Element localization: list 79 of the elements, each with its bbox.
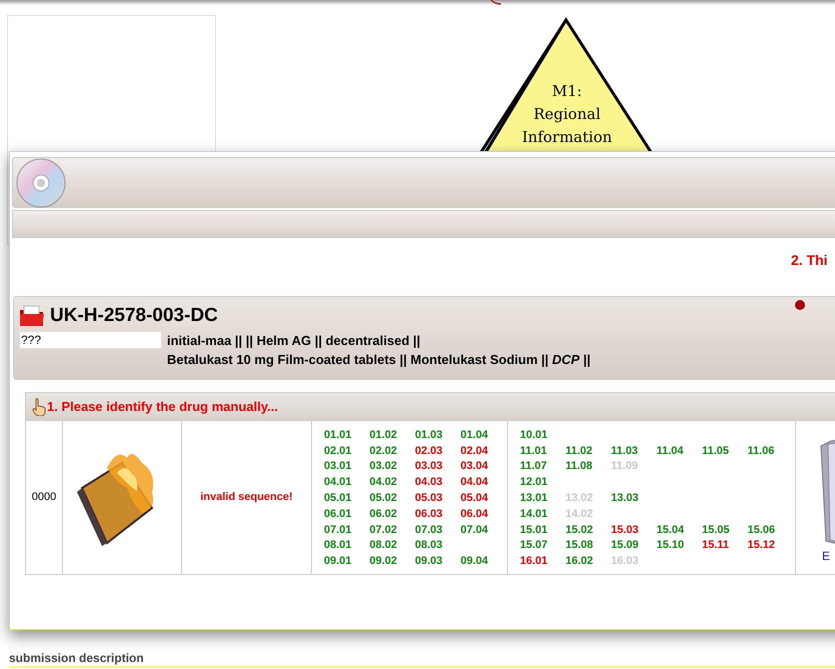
diagram-label: M1: <box>552 81 582 102</box>
module-code: 05.02 <box>370 491 398 506</box>
module-code: 13.01 <box>520 491 549 506</box>
module-code: 15.06 <box>748 522 776 537</box>
error-message: invalid sequence! <box>182 421 312 574</box>
disc-icon[interactable] <box>15 156 67 208</box>
module-code: 11.02 <box>566 444 594 458</box>
module-code: 03.04 <box>460 459 490 474</box>
module-code: 11.07 <box>520 459 548 474</box>
diagram-label: Information <box>522 127 612 148</box>
module-code: 14.01 <box>520 506 549 521</box>
module-code: 15.05 <box>702 522 731 537</box>
module-code: 11.01 <box>520 444 548 458</box>
module-code: 02.02 <box>370 444 398 458</box>
module-code: 11.05 <box>702 444 730 458</box>
module-code: 07.01 <box>324 522 353 537</box>
pointing-hand-icon <box>32 398 46 416</box>
table-cell: 0000 <box>26 421 63 574</box>
module-code: 15.07 <box>520 538 549 552</box>
module-code: 07.03 <box>415 522 444 537</box>
module-code: 02.03 <box>415 444 444 458</box>
module-code: 09.02 <box>370 554 398 568</box>
product-info-text: Betalukast 10 mg Film-coated tablets || Montelukast Sodium || DCP || <box>167 350 590 368</box>
diagram-label: Regional <box>533 104 600 125</box>
notice-text: 2. Thi <box>791 251 828 270</box>
input-field[interactable]: ??? <box>19 330 162 348</box>
curve-line <box>490 0 502 5</box>
procedure-info-text: initial-maa || || Helm AG || decentralised || <box>167 332 422 350</box>
module-code: 01.02 <box>370 428 398 442</box>
module-code: 08.03 <box>415 538 444 552</box>
module-code: 11.08 <box>566 459 594 474</box>
module-code: 04.02 <box>370 475 398 490</box>
module-code: 15.12 <box>748 538 776 552</box>
identify-heading: 1. Please identify the drug manually... <box>47 398 278 416</box>
module-code: 07.04 <box>460 522 490 537</box>
module-code: 03.03 <box>415 459 444 474</box>
module-code: 15.04 <box>656 522 686 537</box>
module-code: 10.01 <box>520 428 549 442</box>
module-code: 11.03 <box>611 444 639 458</box>
module-code: 03.02 <box>370 459 398 474</box>
module-code: 09.03 <box>415 554 444 568</box>
module-code: 13.03 <box>611 491 640 506</box>
module-code: 08.02 <box>370 538 398 552</box>
section-label: submission description <box>9 650 144 667</box>
module-code: 01.01 <box>324 428 353 442</box>
module-code: 09.04 <box>460 554 490 568</box>
module-code: 15.03 <box>611 522 640 537</box>
module-code: 05.04 <box>460 491 490 506</box>
module-code: 06.01 <box>324 506 353 521</box>
module-code: 08.01 <box>324 538 353 552</box>
module-code: 06.03 <box>415 506 444 521</box>
link[interactable]: E <box>822 547 830 565</box>
module-code: 02.01 <box>324 444 353 458</box>
module-code: 05.01 <box>324 491 353 506</box>
module-code: 02.04 <box>460 444 490 458</box>
folder-icon <box>19 305 45 328</box>
module-code: 01.04 <box>460 428 490 442</box>
module-code: 01.03 <box>415 428 444 442</box>
module-code: 05.03 <box>415 491 444 506</box>
module-code: 16.02 <box>566 554 594 568</box>
module-code: 06.02 <box>370 506 398 521</box>
module-code: 04.01 <box>324 475 353 490</box>
module-code: 15.01 <box>520 522 549 537</box>
module-code: 15.08 <box>566 538 594 552</box>
module-code: 03.01 <box>324 459 353 474</box>
module-code: 12.01 <box>520 475 549 490</box>
module-code: 16.01 <box>520 554 549 568</box>
module-code: 15.02 <box>566 522 594 537</box>
module-code: 07.02 <box>370 522 398 537</box>
module-code: 09.01 <box>324 554 353 568</box>
module-code: 04.04 <box>460 475 490 490</box>
module-code: 15.10 <box>656 538 686 552</box>
procedure-title: UK-H-2578-003-DC <box>50 304 218 328</box>
module-code: 11.06 <box>748 444 776 458</box>
module-code: 15.09 <box>611 538 640 552</box>
module-code: 06.04 <box>460 506 490 521</box>
module-code: 15.11 <box>702 538 730 552</box>
module-code: 04.03 <box>415 475 444 490</box>
module-code: 11.04 <box>656 444 684 458</box>
